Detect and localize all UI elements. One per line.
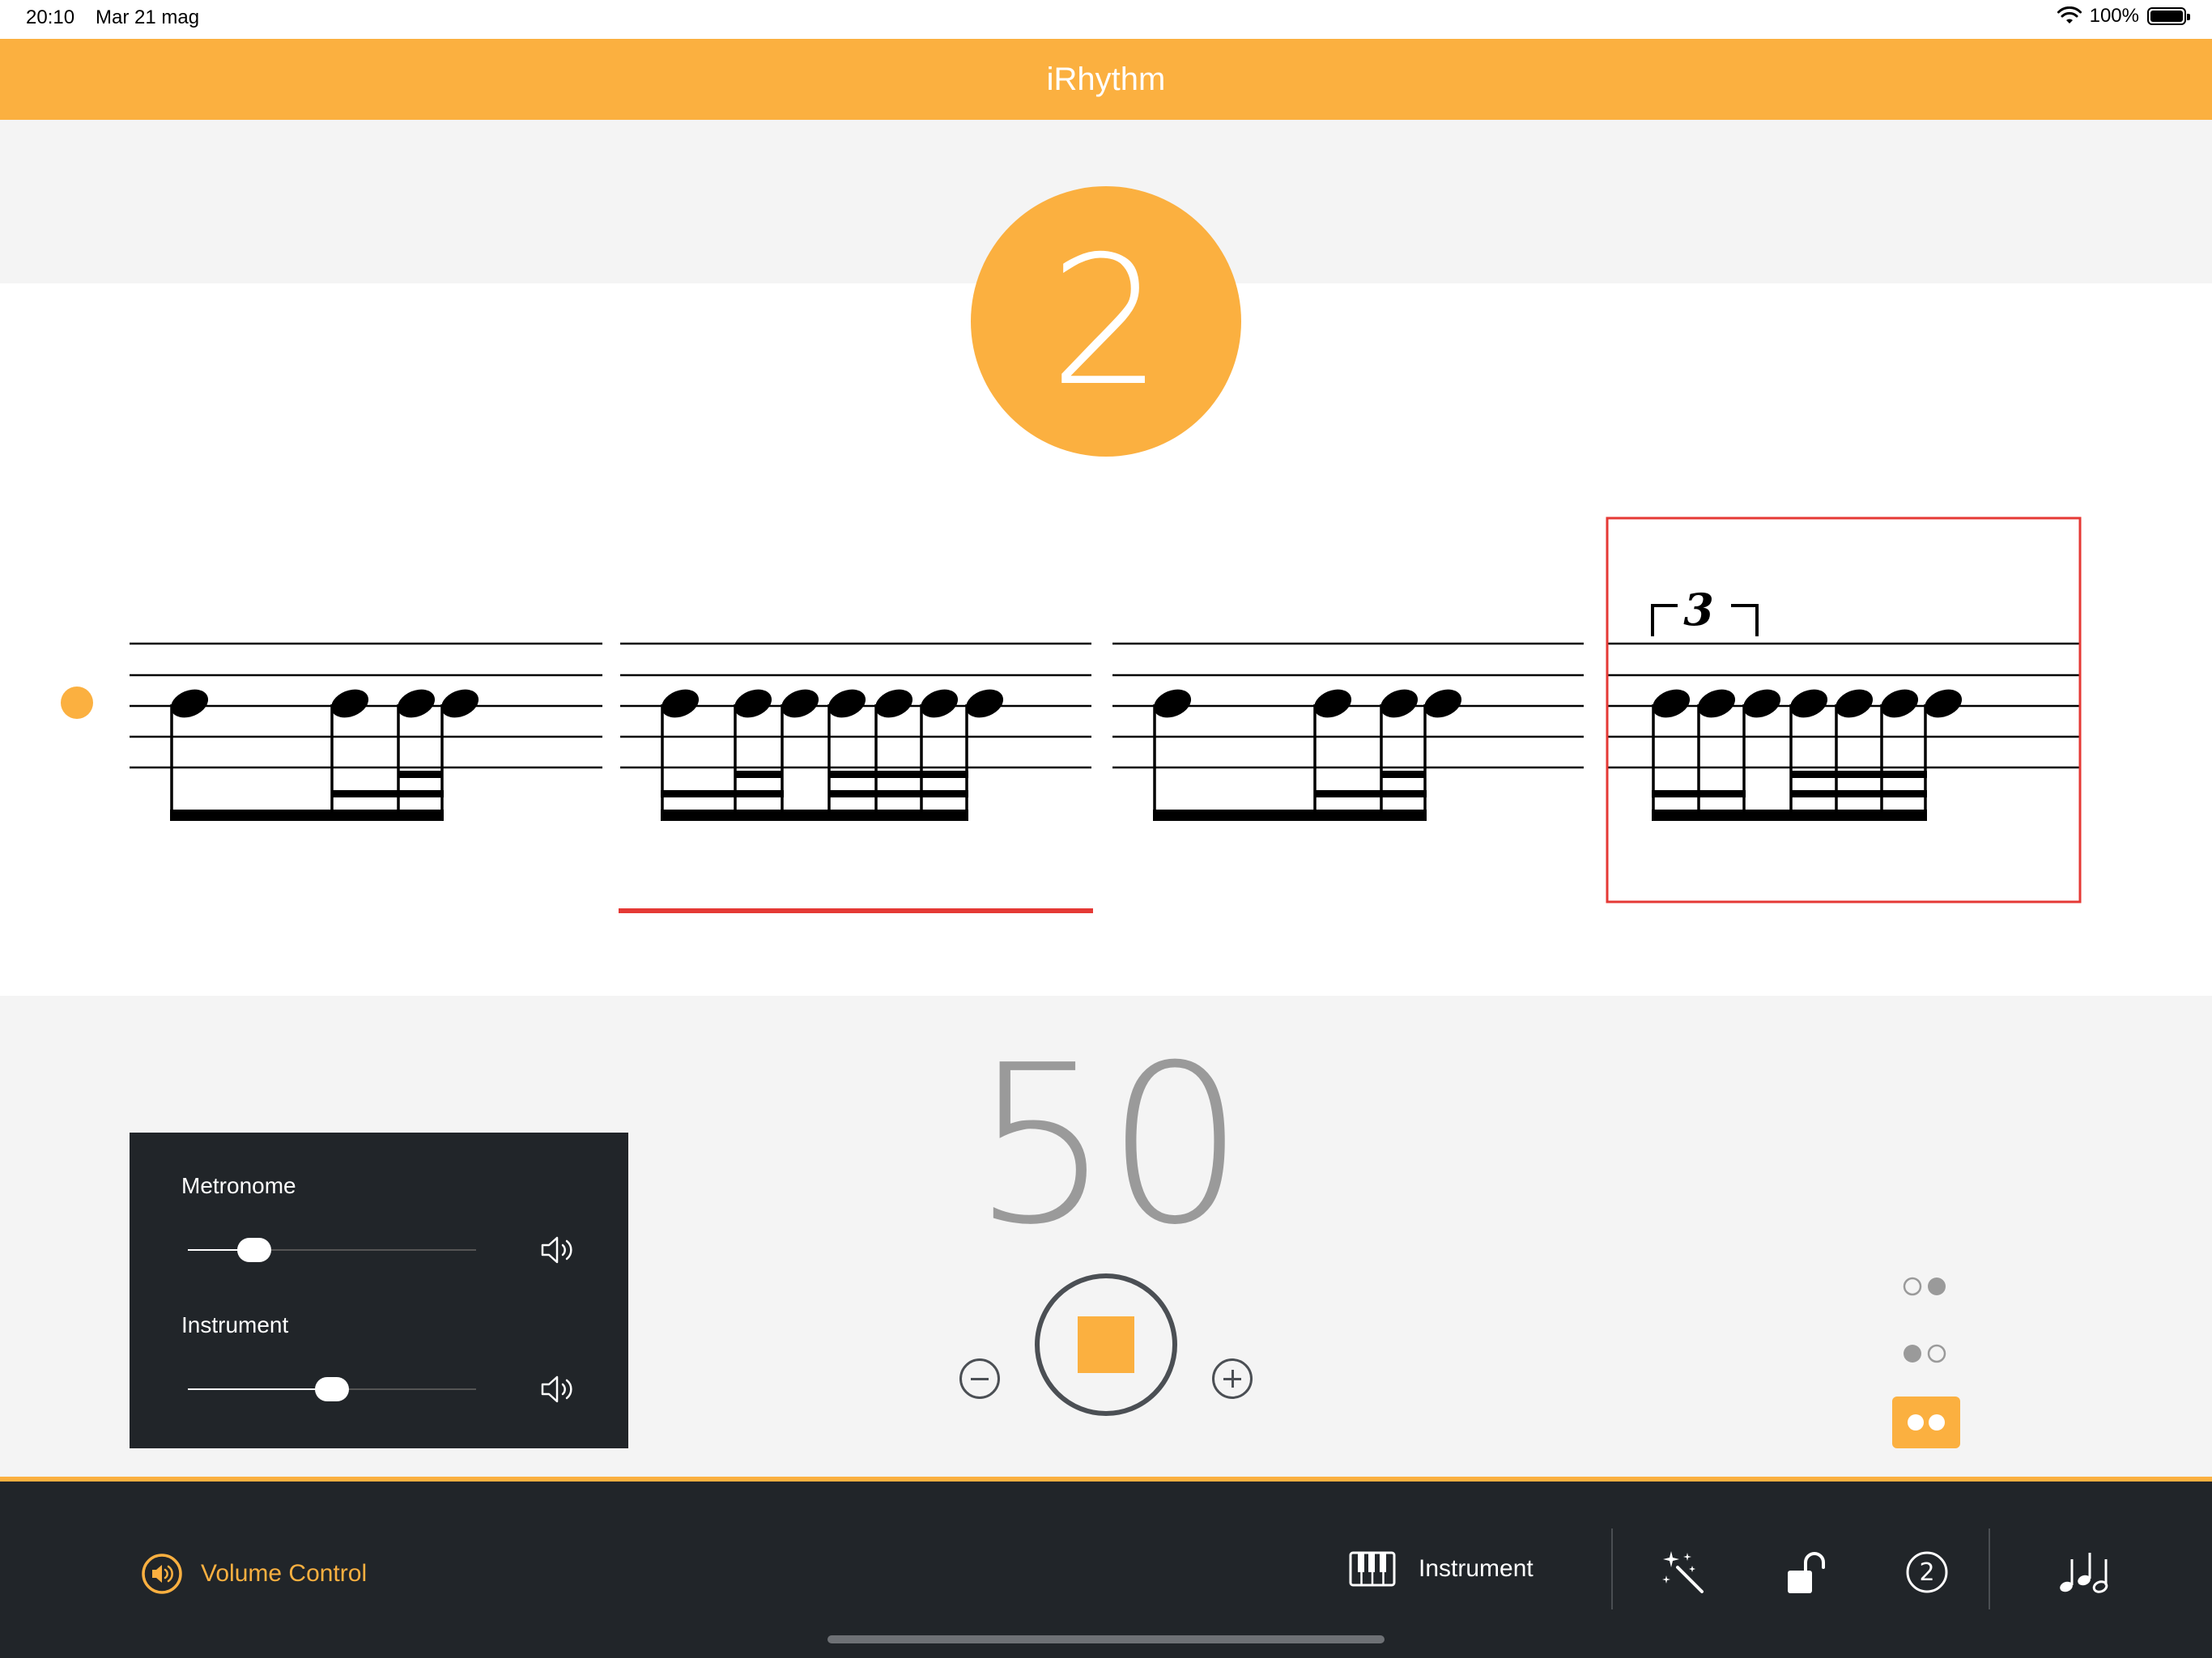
toolbar-divider <box>1611 1528 1613 1609</box>
measure-3[interactable] <box>1150 684 1465 821</box>
mode-both-button[interactable] <box>1892 1397 1960 1448</box>
measure-1[interactable] <box>167 684 483 821</box>
metronome-label: Metronome <box>181 1173 296 1198</box>
home-indicator <box>827 1635 1385 1643</box>
measure-2[interactable] <box>657 684 1007 821</box>
slider-thumb[interactable] <box>315 1377 349 1401</box>
active-measure-indicator <box>619 908 1093 913</box>
piano-icon <box>1349 1551 1396 1587</box>
volume-control-label: Volume Control <box>201 1560 368 1587</box>
bottom-toolbar: Volume Control Instrument 2 <box>0 1482 2212 1658</box>
music-notes-icon[interactable] <box>2058 1548 2110 1595</box>
status-right: 100% <box>2057 5 2190 28</box>
slider-fill <box>188 1388 332 1390</box>
playback-position-dot <box>61 687 93 719</box>
app-title: iRhythm <box>1046 61 1166 97</box>
status-time: 20:10 <box>26 6 75 28</box>
status-date: Mar 21 mag <box>96 6 200 28</box>
toolbar-divider <box>1989 1528 1990 1609</box>
measure-4[interactable]: 3 <box>1606 517 2082 903</box>
slider-thumb[interactable] <box>236 1238 271 1262</box>
instrument-volume-label: Instrument <box>181 1312 289 1337</box>
volume-control-button[interactable]: Volume Control <box>141 1553 367 1595</box>
beat-counter: 2 <box>971 186 1241 457</box>
instrument-button[interactable]: Instrument <box>1349 1551 1534 1587</box>
battery-icon <box>2147 7 2190 25</box>
stop-button[interactable] <box>1035 1273 1177 1416</box>
battery-percent: 100% <box>2089 5 2139 27</box>
app-title-bar: iRhythm <box>0 39 2212 120</box>
status-bar: 20:10 Mar 21 mag 100% <box>0 0 2212 39</box>
speaker-icon[interactable] <box>539 1234 580 1266</box>
unlock-icon[interactable] <box>1784 1548 1830 1596</box>
count-in-value: 2 <box>1919 1558 1934 1587</box>
mode-right-beat-icon[interactable] <box>1901 1341 1950 1366</box>
volume-panel: Metronome Instrument <box>130 1133 628 1448</box>
tempo-increase-button[interactable] <box>1212 1358 1253 1399</box>
instrument-label: Instrument <box>1419 1555 1534 1582</box>
wifi-icon <box>2057 6 2082 23</box>
tempo-decrease-button[interactable] <box>959 1358 1000 1399</box>
count-in-icon[interactable]: 2 <box>1904 1550 1950 1595</box>
beat-number: 2 <box>1049 218 1163 425</box>
metronome-volume-slider[interactable] <box>188 1234 476 1266</box>
tuplet-number: 3 <box>1683 584 1714 636</box>
mode-left-beat-icon[interactable] <box>1901 1274 1950 1299</box>
stop-icon <box>1078 1316 1134 1373</box>
magic-wand-icon[interactable] <box>1660 1550 1707 1596</box>
tempo-display[interactable]: 50 <box>931 1036 1281 1255</box>
volume-icon <box>142 1554 182 1594</box>
speaker-icon[interactable] <box>539 1373 580 1405</box>
instrument-volume-slider[interactable] <box>188 1373 476 1405</box>
tuplet-bracket: 3 <box>1651 584 1759 636</box>
